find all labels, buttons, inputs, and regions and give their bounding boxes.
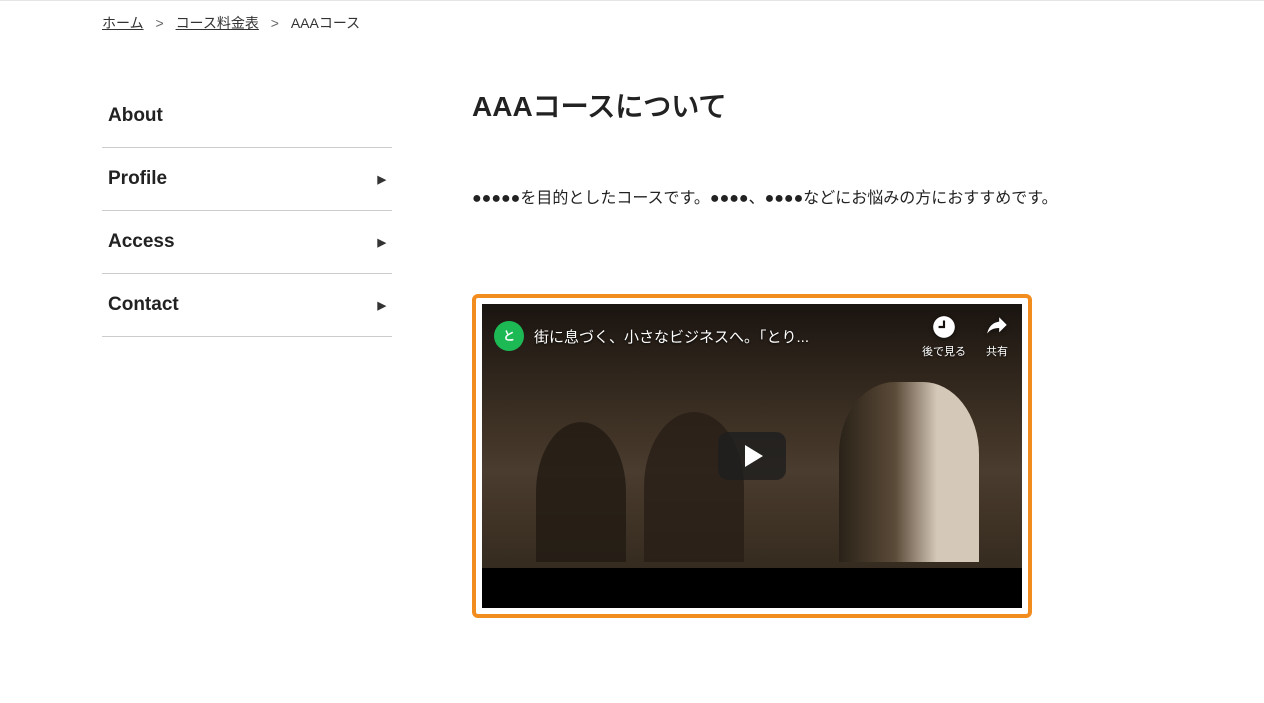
breadcrumb-link-pricing[interactable]: コース料金表 <box>176 15 259 31</box>
watch-later-button[interactable]: 後で見る <box>922 314 966 359</box>
breadcrumb-separator: > <box>271 15 279 31</box>
video-bottombar <box>482 568 1022 608</box>
video-topbar: と 街に息づく、小さなビジネスへ。「とり... 後で見る 共有 <box>482 304 1022 365</box>
video-highlight-frame: と 街に息づく、小さなビジネスへ。「とり... 後で見る 共有 <box>472 294 1032 618</box>
video-player[interactable]: と 街に息づく、小さなビジネスへ。「とり... 後で見る 共有 <box>482 304 1022 608</box>
chevron-right-icon: ▶ <box>378 173 386 186</box>
play-button[interactable] <box>718 432 786 480</box>
watch-later-label: 後で見る <box>922 343 966 359</box>
chevron-right-icon: ▶ <box>378 236 386 249</box>
share-button[interactable]: 共有 <box>984 314 1010 359</box>
svg-text:と: と <box>503 329 515 343</box>
share-label: 共有 <box>986 343 1008 359</box>
sidebar-item-label: About <box>108 105 163 127</box>
breadcrumb-link-home[interactable]: ホーム <box>102 15 144 31</box>
sidebar-item-about[interactable]: About <box>102 85 392 148</box>
page-title: AAAコースについて <box>472 85 1162 125</box>
sidebar-item-label: Contact <box>108 294 179 316</box>
breadcrumb-current: AAAコース <box>291 15 360 31</box>
breadcrumb: ホーム > コース料金表 > AAAコース <box>102 1 1162 45</box>
channel-icon[interactable]: と <box>494 321 524 351</box>
sidebar-item-access[interactable]: Access ▶ <box>102 211 392 274</box>
share-icon <box>984 314 1010 340</box>
chevron-right-icon: ▶ <box>378 299 386 312</box>
sidebar-item-label: Access <box>108 231 175 253</box>
clock-icon <box>931 314 957 340</box>
sidebar-item-label: Profile <box>108 168 167 190</box>
sidebar: About Profile ▶ Access ▶ Contact ▶ <box>102 85 392 618</box>
sidebar-item-profile[interactable]: Profile ▶ <box>102 148 392 211</box>
breadcrumb-separator: > <box>155 15 163 31</box>
main-content: AAAコースについて ●●●●●を目的としたコースです。●●●●、●●●●などに… <box>472 85 1162 618</box>
video-title: 街に息づく、小さなビジネスへ。「とり... <box>534 326 912 347</box>
sidebar-item-contact[interactable]: Contact ▶ <box>102 274 392 337</box>
course-description: ●●●●●を目的としたコースです。●●●●、●●●●などにお悩みの方におすすめで… <box>472 185 1162 214</box>
